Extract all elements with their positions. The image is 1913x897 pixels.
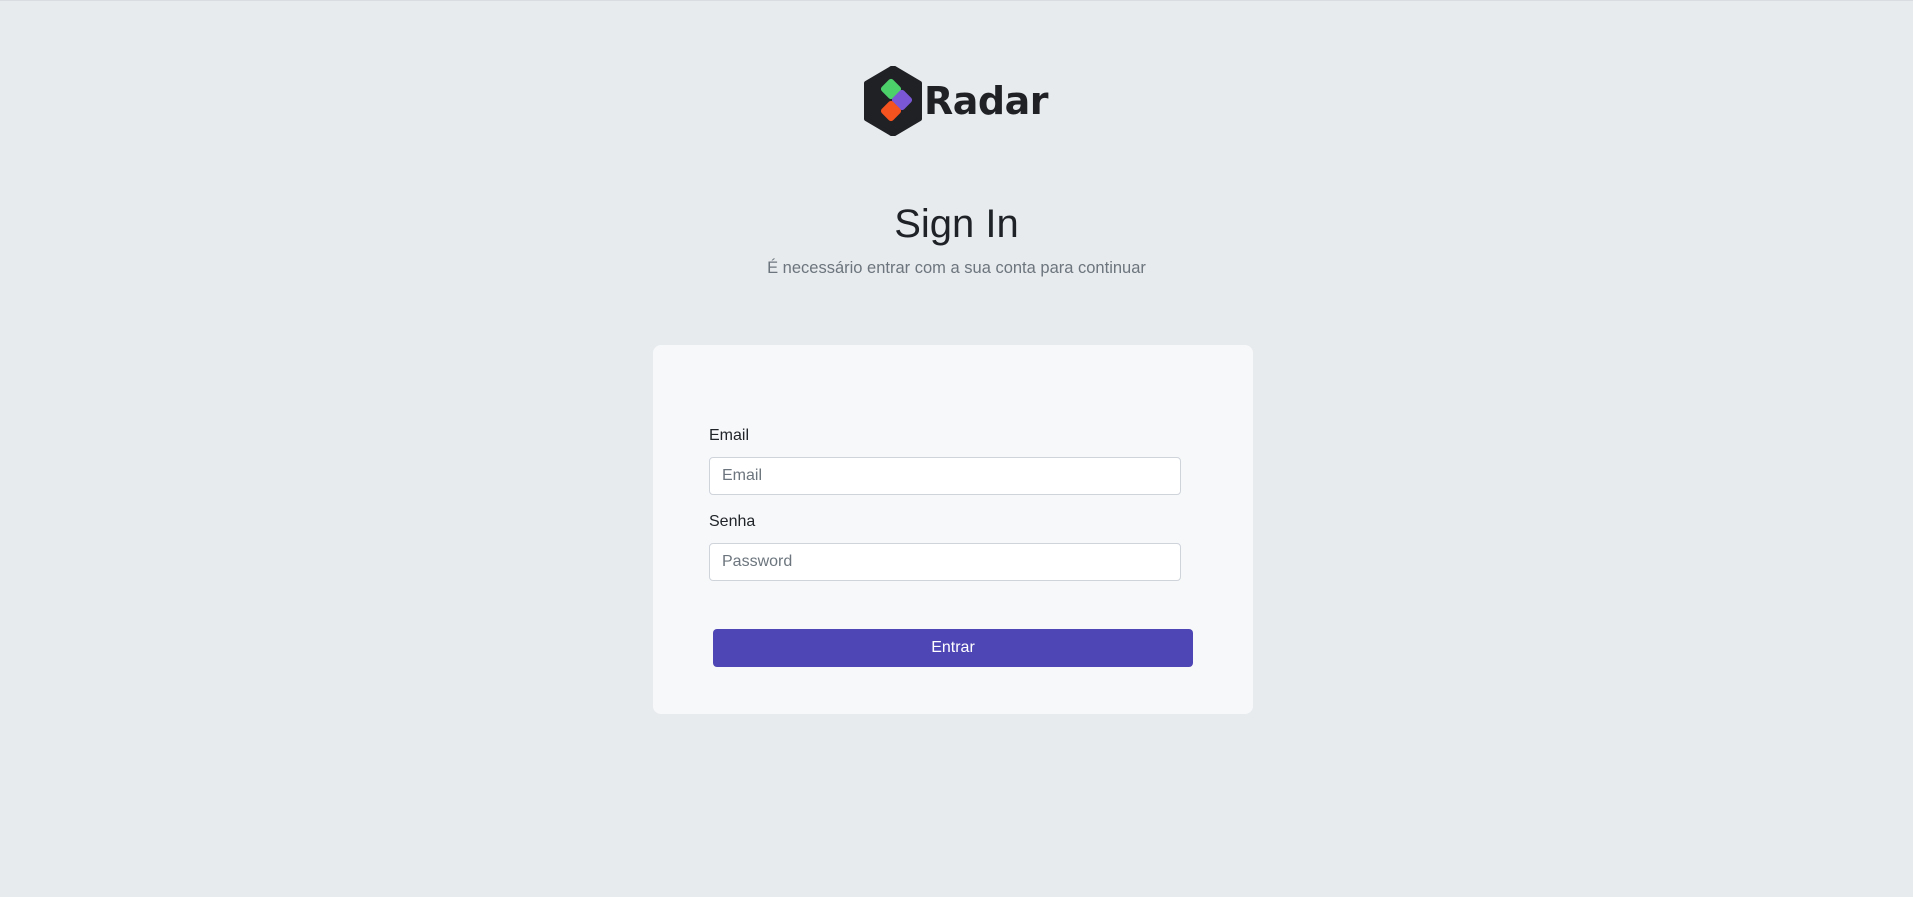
page-title: Sign In xyxy=(894,202,1019,246)
email-input[interactable] xyxy=(709,457,1181,495)
sign-in-button[interactable]: Entrar xyxy=(713,629,1193,667)
brand-name: Radar xyxy=(924,79,1049,123)
password-input[interactable] xyxy=(709,543,1181,581)
email-label: Email xyxy=(709,427,750,444)
radar-logo-icon xyxy=(864,66,922,136)
top-border xyxy=(0,0,1913,1)
password-label: Senha xyxy=(709,513,756,530)
page-subtitle: É necessário entrar com a sua conta para… xyxy=(767,259,1146,277)
sign-in-card: Email Senha Entrar xyxy=(653,345,1253,714)
brand-logo: Radar xyxy=(864,66,1049,136)
